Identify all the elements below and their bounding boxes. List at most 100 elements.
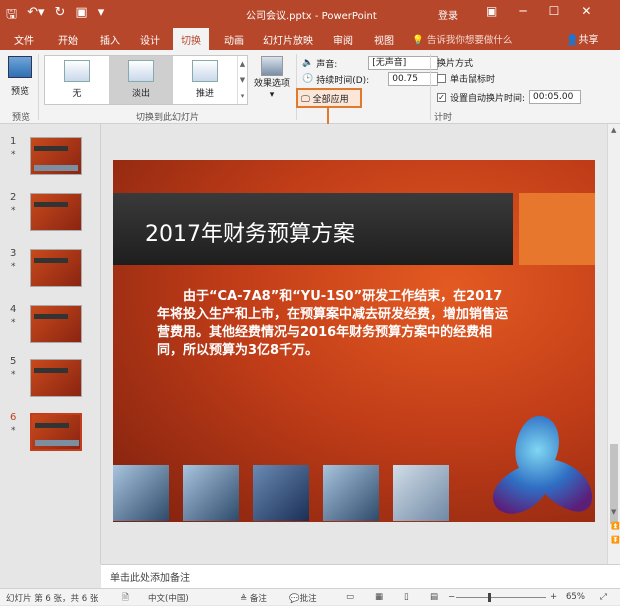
spellcheck-icon[interactable]: 🗎 [122, 592, 129, 606]
orange-block [519, 193, 595, 265]
zoom-slider[interactable] [456, 597, 546, 598]
customize-icon[interactable]: ▾ [98, 5, 105, 27]
transition-fade[interactable]: 淡出 [109, 56, 173, 104]
group-label-timing: 计时 [434, 113, 453, 123]
after-time-input[interactable]: 00:05.00 [529, 90, 582, 104]
clock-icon: 🕒 [302, 74, 314, 84]
vertical-scrollbar[interactable]: ▲ ▼ ⏫ ⏬ [607, 124, 620, 564]
slide-thumbnail[interactable] [30, 359, 82, 397]
slide-number: 1 [10, 136, 17, 147]
share-label: 共享 [578, 35, 599, 46]
transition-star-icon: * [11, 370, 16, 380]
slide-thumbnail[interactable] [30, 305, 82, 343]
duration-label: 持续时间(D): [316, 75, 370, 86]
slide-number: 4 [10, 304, 17, 315]
tab-insert[interactable]: 插入 [100, 32, 120, 47]
tell-me-text: 告诉我你想要做什么 [426, 35, 513, 46]
close-icon[interactable]: ✕ [581, 4, 591, 18]
speaker-icon: 🔈 [302, 58, 314, 68]
sound-select[interactable]: [无声音] [368, 56, 439, 70]
notes-pane[interactable]: 单击此处添加备注 [101, 564, 620, 588]
tab-transitions[interactable]: 切换 [173, 28, 209, 50]
maximize-icon[interactable]: ☐ [549, 4, 560, 18]
slide-thumbnail[interactable] [30, 193, 82, 231]
transition-push-icon [192, 60, 218, 82]
advance-title: 换片方式 [437, 56, 473, 69]
tab-review[interactable]: 审阅 [333, 32, 353, 47]
after-row: ✓ 设置自动换片时间: 00:05.00 [437, 90, 582, 104]
apply-all-label: 全部应用 [312, 95, 349, 105]
slideshow-from-start-icon[interactable]: ▣ [75, 5, 87, 27]
tell-me-box[interactable]: 💡 告诉我你想要做什么 [412, 32, 512, 46]
comments-label: 批注 [299, 594, 317, 604]
save-icon[interactable]: 🖫 [6, 5, 17, 27]
gallery-scroll[interactable]: ▲ ▼ ▾ [237, 56, 247, 104]
ribbon-tabs: 文件 开始 插入 设计 切换 动画 幻灯片放映 审阅 视图 💡 告诉我你想要做什… [0, 28, 620, 50]
zoom-in-icon[interactable]: + [550, 592, 557, 602]
gallery-more-icon[interactable]: ▾ [238, 88, 247, 104]
previous-slide-icon[interactable]: ⏫ [611, 522, 620, 530]
slide-number: 2 [10, 192, 17, 203]
photo-hand [183, 465, 239, 521]
thumb-bar [34, 314, 68, 319]
transition-push[interactable]: 推进 [173, 56, 237, 104]
slide-thumbnail[interactable] [30, 137, 82, 175]
slide-canvas[interactable]: 2017年财务预算方案 由于“CA-7A8”和“YU-1S0”研发工作结束，在2… [113, 160, 595, 522]
ribbon-display-icon[interactable]: ▣ [486, 4, 497, 18]
scroll-up-icon[interactable]: ▲ [611, 126, 616, 134]
sign-in-link[interactable]: 登录 [438, 7, 458, 22]
apply-all-button[interactable]: 🖵 全部应用 [296, 88, 362, 108]
slideshow-view-icon[interactable]: ▤ [430, 592, 438, 602]
tab-home[interactable]: 开始 [58, 32, 78, 47]
fit-to-window-icon[interactable]: ⤢ [600, 592, 607, 602]
zoom-slider-thumb[interactable] [488, 593, 491, 602]
chevron-up-icon[interactable]: ▲ [238, 56, 247, 72]
apply-all-icon: 🖵 [301, 95, 310, 105]
advance-title-label: 换片方式 [437, 59, 474, 69]
3d-blob-shape [492, 415, 593, 514]
share-button[interactable]: 👤共享 [566, 31, 598, 46]
thumb-bar [34, 368, 68, 373]
next-slide-icon[interactable]: ⏬ [611, 536, 620, 544]
tab-file[interactable]: 文件 [14, 32, 34, 47]
slide-thumbnail[interactable] [30, 249, 82, 287]
effect-options-label: 效果选项 [253, 79, 290, 89]
group-separator [430, 54, 431, 120]
on-click-checkbox[interactable] [437, 74, 446, 83]
minimize-icon[interactable]: ─ [519, 4, 526, 18]
transition-star-icon: * [11, 262, 16, 272]
thumb-bar [34, 258, 68, 263]
zoom-level[interactable]: 65% [566, 592, 585, 602]
photo-strip [113, 465, 449, 521]
tab-animations[interactable]: 动画 [224, 32, 244, 47]
slide-number: 6 [10, 412, 17, 423]
lightbulb-icon: 💡 [412, 35, 424, 46]
language-status[interactable]: 中文(中国) [148, 592, 189, 604]
ribbon: 预览 预览 无 淡出 推进 ▲ ▼ ▾ 效果选项 ▾ 切换到此幻灯片 🔈 声音: [无… [0, 50, 620, 124]
slide-sorter-icon[interactable]: ▦ [375, 592, 383, 602]
slide-title[interactable]: 2017年财务预算方案 [145, 216, 355, 248]
tab-view[interactable]: 视图 [374, 32, 394, 47]
tab-slideshow[interactable]: 幻灯片放映 [263, 32, 313, 47]
zoom-out-icon[interactable]: − [448, 592, 455, 602]
chevron-down-icon[interactable]: ▼ [238, 72, 247, 88]
sound-label: 声音: [316, 59, 338, 70]
photo-dial [253, 465, 309, 521]
effect-options-button[interactable]: 效果选项 ▾ [252, 56, 292, 101]
comments-toggle[interactable]: 💬批注 [289, 592, 317, 604]
notes-toggle[interactable]: ≜ 备注 [240, 592, 267, 604]
transition-star-icon: * [11, 318, 16, 328]
preview-button[interactable]: 预览 [8, 56, 32, 97]
transition-none[interactable]: 无 [45, 56, 109, 104]
after-checkbox[interactable]: ✓ [437, 92, 446, 102]
normal-view-icon[interactable]: ▭ [346, 592, 354, 602]
redo-icon[interactable]: ↻ [55, 5, 66, 27]
undo-icon[interactable]: ↶▾ [27, 5, 44, 27]
on-click-label: 单击鼠标时 [450, 75, 496, 85]
tab-design[interactable]: 设计 [140, 32, 160, 47]
slide-thumbnail-selected[interactable] [30, 413, 82, 451]
scroll-down-icon[interactable]: ▼ [611, 508, 616, 516]
slide-body-text[interactable]: 由于“CA-7A8”和“YU-1S0”研发工作结束，在2017年将投入生产和上市… [157, 288, 513, 360]
reading-view-icon[interactable]: ▯ [404, 592, 409, 602]
notes-icon: ≜ [240, 594, 248, 604]
